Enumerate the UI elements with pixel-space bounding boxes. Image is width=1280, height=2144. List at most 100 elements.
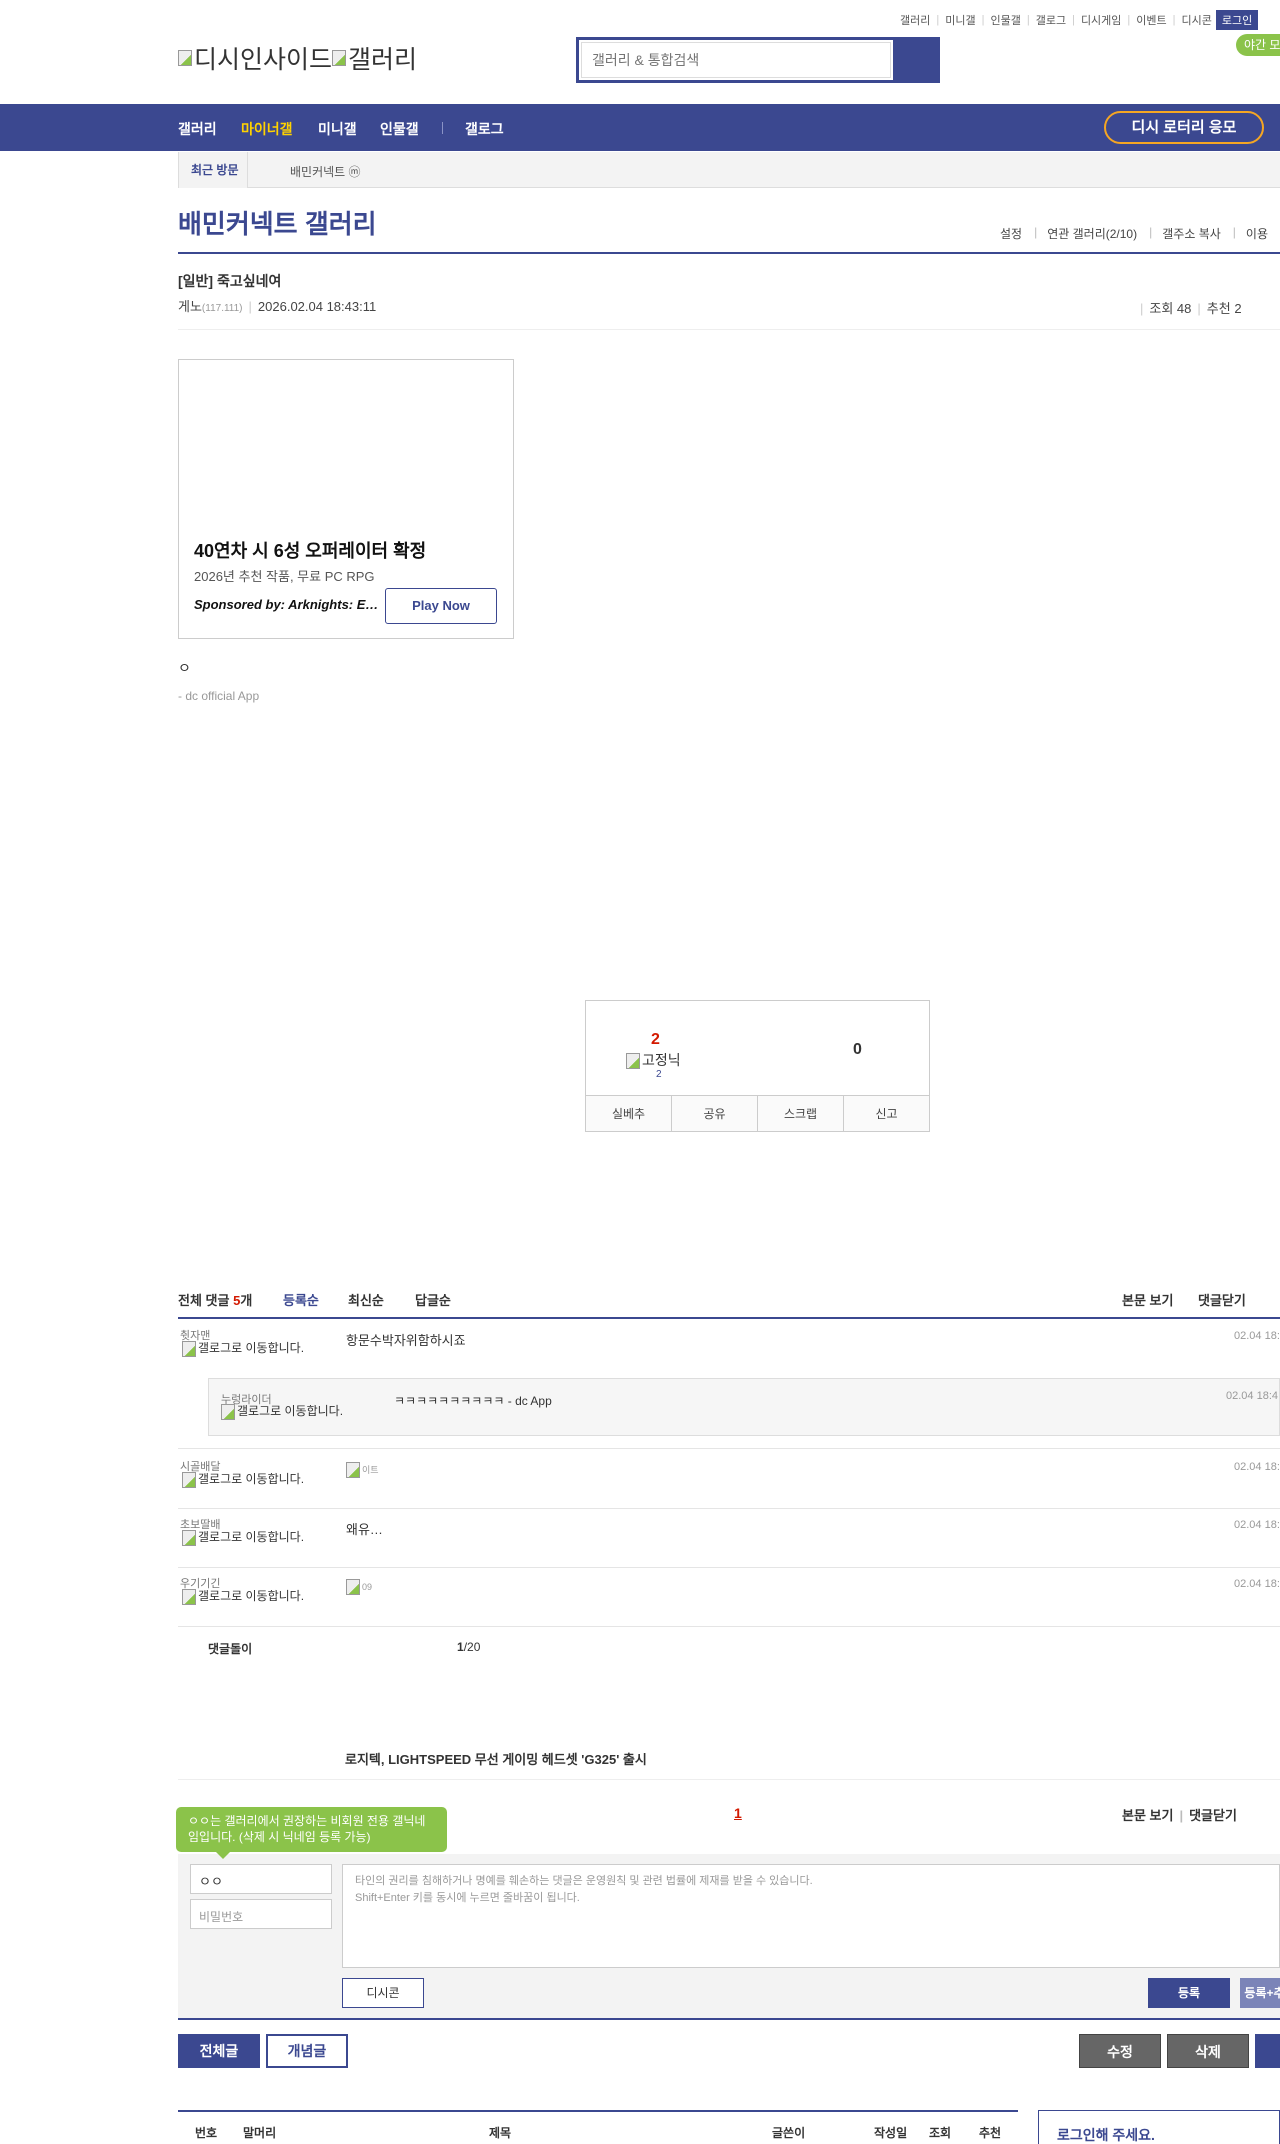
broken-image-icon [346, 1461, 360, 1478]
comment-row: 췻자맨 갤로그로 이동합니다. 항문수박자위함하시죠 02.04 18:4 [178, 1321, 1280, 1378]
comment-row: 시골배달 갤로그로 이동합니다. 이트 02.04 18:4 [178, 1452, 1280, 1509]
comment-image: 09 [346, 1578, 372, 1595]
register-button[interactable]: 등록 [1148, 1978, 1230, 2008]
comment-bot-label: 댓글돌이 [208, 1642, 253, 1656]
gallery-menu: 설정 | 연관 갤러리(2/10) | 갤주소 복사 | 이용 [1000, 225, 1268, 242]
broken-image-icon [182, 1472, 196, 1488]
sort-by-registered[interactable]: 등록순 [283, 1290, 319, 1309]
login-box: 로그인해 주세요. [1038, 2110, 1280, 2144]
post-author[interactable]: 게노 [178, 299, 202, 314]
nickname-input[interactable]: ㅇㅇ [190, 1864, 332, 1894]
top-link-gallery[interactable]: 갤러리 [900, 12, 930, 28]
meta-divider [178, 329, 1280, 330]
news-headline[interactable]: 로지텍, LIGHTSPEED 무선 게이밍 헤드셋 'G325' 출시 [345, 1749, 647, 1768]
top-link-event[interactable]: 이벤트 [1136, 12, 1166, 28]
search-input[interactable] [581, 42, 891, 78]
ad-headline: 40연차 시 6성 오퍼레이터 확정 [194, 541, 427, 561]
post-title: [일반] 죽고싶네여 [178, 273, 282, 289]
copy-address-link[interactable]: 갤주소 복사 [1162, 225, 1221, 242]
view-body-link[interactable]: 본문 보기 [1122, 1290, 1173, 1309]
ad-play-button[interactable]: Play Now [385, 588, 497, 624]
usage-link[interactable]: 이용 [1246, 225, 1268, 242]
fixed-nick-label: 고정닉 [626, 1050, 681, 1070]
broken-image-icon [332, 50, 347, 66]
nav-divider [442, 122, 443, 134]
broken-image-icon [182, 1589, 196, 1605]
top-link-dccon[interactable]: 디시콘 [1182, 12, 1212, 28]
nav-person-gallery[interactable]: 인물갤 [380, 119, 419, 139]
col-date: 작성일 [874, 2126, 908, 2140]
report-button[interactable]: 신고 [844, 1096, 929, 1131]
gallog-link[interactable]: 갤로그로 이동합니다. [182, 1589, 312, 1605]
gallog-link[interactable]: 갤로그로 이동합니다. [182, 1472, 312, 1488]
recent-visit-tab[interactable]: 최근 방문 [178, 152, 248, 188]
broken-image-icon [626, 1053, 640, 1070]
concept-posts-button[interactable]: 개념글 [266, 2034, 348, 2068]
write-button[interactable] [1255, 2034, 1280, 2068]
comment-text: 왜유… [346, 1522, 383, 1537]
close-comments-link-bottom[interactable]: 댓글닫기 [1189, 1808, 1237, 1823]
nav-gallery[interactable]: 갤러리 [178, 119, 217, 139]
col-number: 번호 [195, 2126, 218, 2140]
broken-image-icon [182, 1530, 196, 1546]
ad-subtext: 2026년 추천 작품, 무료 PC RPG [194, 569, 375, 584]
dccon-button[interactable]: 디시콘 [342, 1978, 424, 2008]
real-best-button[interactable]: 실베추 [586, 1096, 672, 1131]
comment-write-box: ㅇㅇ 비밀번호 타인의 권리를 침해하거나 명예를 훼손하는 댓글은 운영원칙 … [178, 1854, 1280, 2020]
related-gallery-link[interactable]: 연관 갤러리(2/10) [1047, 225, 1137, 242]
view-body-link-bottom[interactable]: 본문 보기 [1122, 1808, 1173, 1823]
comment-bar-bottom: 본문 보기 | 댓글닫기 [1122, 1808, 1237, 1823]
col-views: 조회 [929, 2126, 952, 2140]
top-link-mini[interactable]: 미니갤 [945, 12, 975, 28]
gallery-settings-link[interactable]: 설정 [1000, 225, 1022, 242]
top-link-gallog[interactable]: 갤로그 [1036, 12, 1066, 28]
comment-page-current[interactable]: 1 [457, 1640, 464, 1654]
broken-image-icon [221, 1404, 235, 1420]
fixed-nick-count: 2 [656, 1069, 662, 1080]
comment-date: 02.04 18:4 [1234, 1519, 1280, 1531]
share-button[interactable]: 공유 [672, 1096, 758, 1131]
night-mode-button[interactable]: 야간 모드 [1236, 34, 1280, 56]
broken-image-icon [178, 50, 192, 66]
page-number[interactable]: 1 [734, 1805, 742, 1821]
comment-image: 이트 [346, 1461, 379, 1478]
comment-textarea[interactable]: 타인의 권리를 침해하거나 명예를 훼손하는 댓글은 운영원칙 및 관련 법률에… [342, 1864, 1280, 1968]
close-comments-link[interactable]: 댓글닫기 [1198, 1290, 1246, 1309]
delete-button[interactable]: 삭제 [1167, 2034, 1249, 2068]
comment-date: 02.04 18:4 [1234, 1461, 1280, 1473]
comment-divider [178, 1317, 1280, 1319]
search-button[interactable] [893, 40, 937, 80]
comment-text: 항문수박자위함하시죠 [346, 1333, 466, 1348]
gallery-title[interactable]: 배민커넥트 갤러리 [178, 204, 377, 241]
register-recommend-button[interactable]: 등록+추천 [1240, 1978, 1280, 2008]
comment-row: 초보딸배 갤로그로 이동합니다. 왜유… 02.04 18:4 [178, 1510, 1280, 1568]
scrap-button[interactable]: 스크랩 [758, 1096, 844, 1131]
upvote-count: 2 [651, 1031, 660, 1048]
nav-minor-gallery[interactable]: 마이너갤 [241, 119, 293, 139]
nav-gallog[interactable]: 갤로그 [465, 119, 504, 139]
comment-total: 전체 댓글 5개 [178, 1293, 253, 1308]
site-logo[interactable]: 디시인사이드 갤러리 [178, 40, 417, 76]
gallog-link[interactable]: 갤로그로 이동합니다. [182, 1341, 312, 1357]
edit-button[interactable]: 수정 [1079, 2034, 1161, 2068]
broken-image-icon [346, 1578, 360, 1595]
all-posts-button[interactable]: 전체글 [178, 2034, 260, 2068]
post-views: 조회 48 [1149, 301, 1192, 316]
ad-banner[interactable]: 40연차 시 6성 오퍼레이터 확정 2026년 추천 작품, 무료 PC RP… [178, 359, 514, 639]
login-prompt[interactable]: 로그인해 주세요. [1057, 2125, 1155, 2144]
col-recommend: 추천 [979, 2126, 1002, 2140]
col-head: 말머리 [243, 2126, 277, 2140]
sort-by-replies[interactable]: 답글순 [415, 1290, 451, 1309]
sort-by-latest[interactable]: 최신순 [348, 1290, 384, 1309]
gallog-link[interactable]: 갤로그로 이동합니다. [182, 1530, 312, 1546]
gallog-link[interactable]: 갤로그로 이동합니다. [221, 1404, 351, 1420]
top-link-dcgame[interactable]: 디시게임 [1081, 12, 1121, 28]
post-meta: 게노(117.111) | 2026.02.04 18:43:11 [178, 299, 377, 314]
password-input[interactable]: 비밀번호 [190, 1899, 332, 1929]
downvote-count: 0 [853, 1041, 862, 1058]
lottery-button[interactable]: 디시 로터리 응모 [1104, 111, 1264, 144]
nav-mini-gallery[interactable]: 미니갤 [318, 119, 357, 139]
top-link-person[interactable]: 인물갤 [990, 12, 1020, 28]
login-button[interactable]: 로그인 [1215, 10, 1259, 30]
recent-gallery-link[interactable]: 배민커넥트 ⓜ [290, 163, 361, 180]
